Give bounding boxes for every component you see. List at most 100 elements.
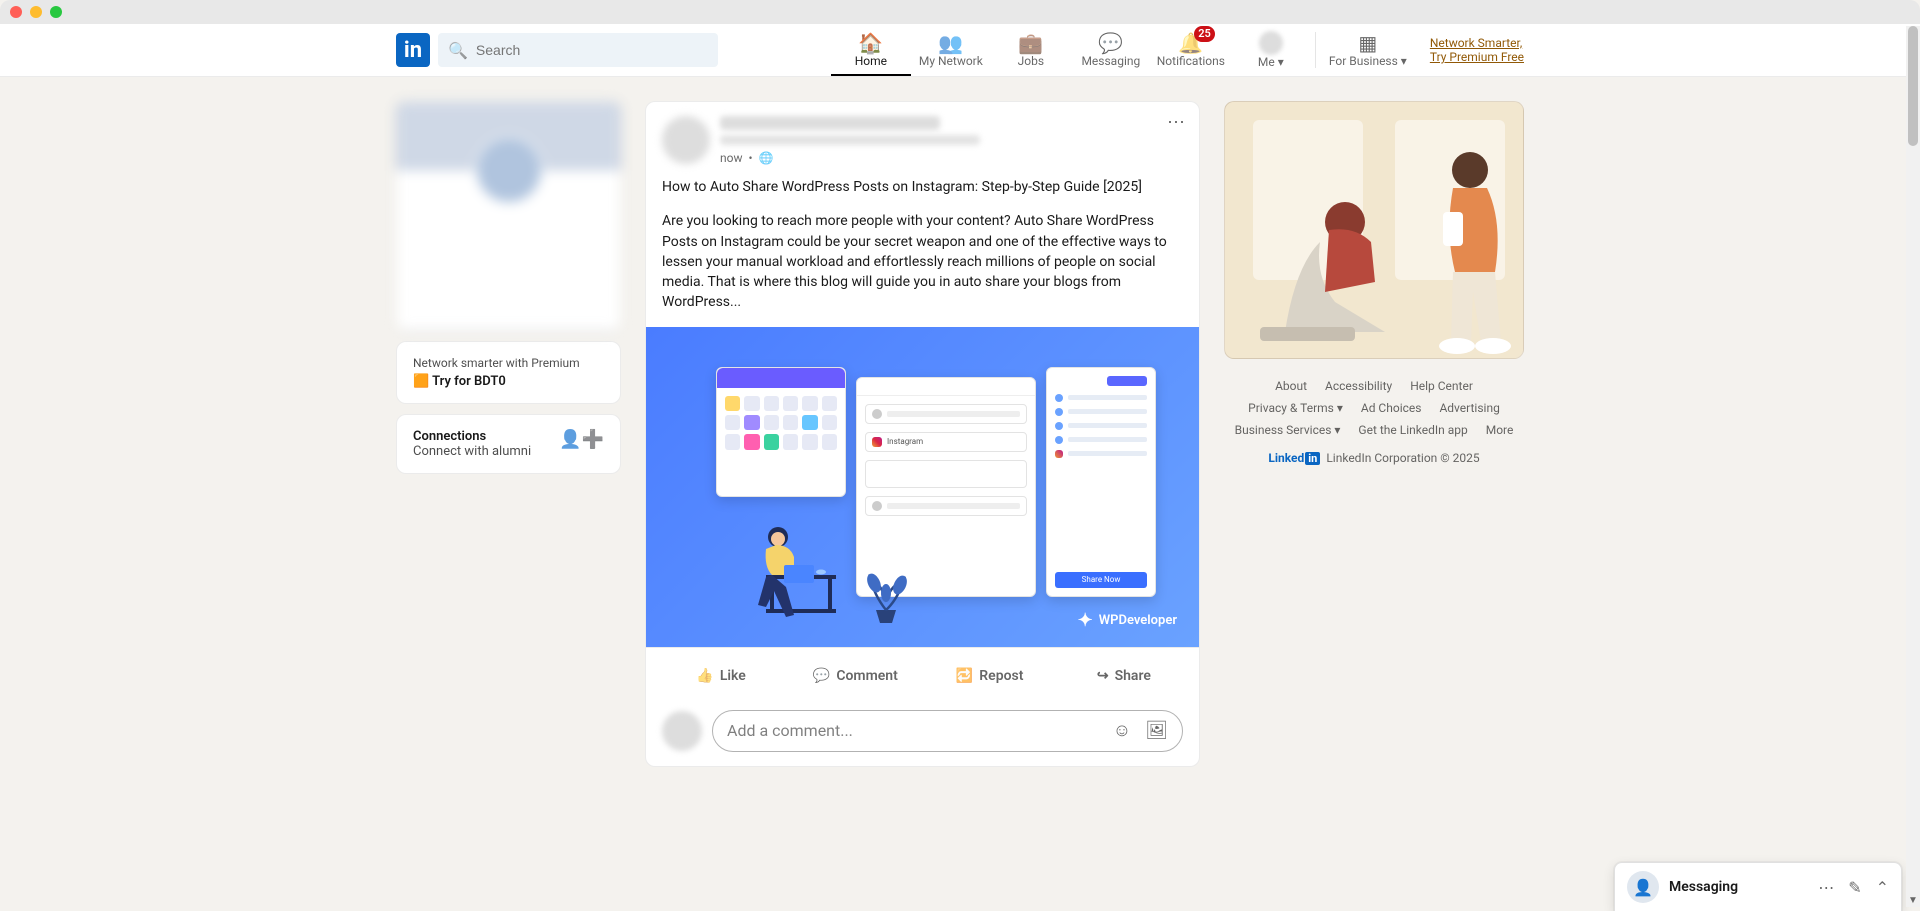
illustration-calendar bbox=[716, 367, 846, 497]
messaging-expand-icon[interactable]: ⌃ bbox=[1876, 878, 1889, 897]
copyright-text: LinkedIn Corporation © 2025 bbox=[1326, 451, 1479, 465]
footer-link-advertising[interactable]: Advertising bbox=[1439, 401, 1499, 415]
home-icon: 🏠 bbox=[858, 32, 883, 54]
footer-link-adchoices[interactable]: Ad Choices bbox=[1361, 401, 1422, 415]
nav-me[interactable]: Me bbox=[1231, 24, 1311, 76]
share-button[interactable]: ↪Share bbox=[1057, 654, 1191, 698]
scrollbar-down-arrow-icon[interactable]: ▼ bbox=[1906, 893, 1920, 907]
comment-placeholder: Add a comment... bbox=[727, 721, 853, 740]
nav-business[interactable]: ▦ For Business bbox=[1320, 24, 1416, 76]
comment-input[interactable]: Add a comment... ☺ 🖼 bbox=[712, 710, 1183, 752]
like-icon: 👍 bbox=[696, 668, 713, 684]
like-button[interactable]: 👍Like bbox=[654, 654, 788, 698]
illustration-instagram-label: Instagram bbox=[887, 437, 923, 446]
repost-button[interactable]: 🔁Repost bbox=[923, 654, 1057, 698]
messaging-compose-icon[interactable]: ✎ bbox=[1848, 878, 1861, 897]
apps-grid-icon: ▦ bbox=[1358, 32, 1377, 54]
nav-network[interactable]: 👥 My Network bbox=[911, 24, 991, 76]
nav-label: Me bbox=[1258, 55, 1284, 69]
post-timestamp: now • 🌐 bbox=[720, 151, 980, 165]
messaging-tray[interactable]: 👤 Messaging ⋯ ✎ ⌃ bbox=[1614, 862, 1902, 911]
connections-card[interactable]: Connections Connect with alumni 👤➕ bbox=[396, 414, 621, 474]
nav-label: Jobs bbox=[1018, 54, 1044, 68]
post-author-name[interactable] bbox=[720, 116, 940, 130]
messaging-more-icon[interactable]: ⋯ bbox=[1818, 878, 1834, 897]
linkedin-logo[interactable]: in bbox=[396, 33, 430, 67]
illustration-plant-icon bbox=[856, 555, 916, 625]
nav-messaging[interactable]: 💬 Messaging bbox=[1071, 24, 1151, 76]
premium-upsell-cta[interactable]: Try for BDT0 bbox=[413, 374, 604, 389]
messaging-avatar-icon: 👤 bbox=[1627, 871, 1659, 903]
try-premium-link[interactable]: Try Premium Free bbox=[1430, 50, 1524, 64]
footer-link-more[interactable]: More bbox=[1486, 423, 1514, 437]
image-icon[interactable]: 🖼 bbox=[1145, 720, 1168, 741]
illustration-person-icon bbox=[736, 517, 846, 627]
nav-notifications[interactable]: 🔔 25 Notifications bbox=[1151, 24, 1231, 76]
network-smarter-link[interactable]: Network Smarter, bbox=[1430, 36, 1524, 50]
illustration-share-button: Share Now bbox=[1055, 572, 1147, 588]
illustration-panel: Share Now bbox=[1046, 367, 1156, 597]
search-wrapper[interactable]: 🔍 bbox=[438, 33, 718, 67]
search-icon: 🔍 bbox=[448, 41, 468, 60]
top-navigation: in 🔍 🏠 Home 👥 My Network 💼 Jobs 💬 Messag… bbox=[0, 24, 1920, 77]
post-author-headline bbox=[720, 135, 980, 145]
feed: now • 🌐 ⋯ How to Auto Share WordPress Po… bbox=[645, 101, 1200, 767]
ad-card[interactable]: See who's hiring on LinkedIn. bbox=[1224, 101, 1524, 359]
comment-icon: 💬 bbox=[813, 668, 830, 684]
nav-jobs[interactable]: 💼 Jobs bbox=[991, 24, 1071, 76]
comment-composer: Add a comment... ☺ 🖼 bbox=[646, 704, 1199, 766]
nav-divider bbox=[1315, 32, 1316, 68]
post-image[interactable]: Instagram Share Now bbox=[646, 327, 1199, 647]
nav-label: My Network bbox=[919, 54, 983, 68]
emoji-icon[interactable]: ☺ bbox=[1113, 720, 1131, 741]
footer-link-getapp[interactable]: Get the LinkedIn app bbox=[1358, 423, 1467, 437]
premium-upsell-card[interactable]: Network smarter with Premium Try for BDT… bbox=[396, 341, 621, 404]
ad-illustration bbox=[1225, 102, 1524, 359]
profile-card[interactable] bbox=[396, 101, 621, 331]
post-author-avatar[interactable] bbox=[662, 116, 710, 164]
jobs-icon: 💼 bbox=[1018, 32, 1043, 54]
post-card: now • 🌐 ⋯ How to Auto Share WordPress Po… bbox=[645, 101, 1200, 767]
footer-link-about[interactable]: About bbox=[1275, 379, 1307, 393]
dot-separator: • bbox=[749, 151, 753, 165]
post-time-text: now bbox=[720, 151, 743, 165]
post-actions: 👍Like 💬Comment 🔁Repost ↪Share bbox=[646, 647, 1199, 704]
footer-link-accessibility[interactable]: Accessibility bbox=[1325, 379, 1392, 393]
search-input[interactable] bbox=[476, 42, 708, 58]
nav-home[interactable]: 🏠 Home bbox=[831, 24, 911, 76]
nav-label: For Business bbox=[1329, 54, 1407, 68]
network-icon: 👥 bbox=[938, 32, 963, 54]
footer-links: About Accessibility Help Center Privacy … bbox=[1224, 375, 1524, 441]
repost-icon: 🔁 bbox=[956, 668, 973, 684]
nav-label: Messaging bbox=[1081, 54, 1140, 68]
footer-copyright: Linkedin LinkedIn Corporation © 2025 bbox=[1224, 451, 1524, 465]
nav-label: Home bbox=[855, 54, 887, 68]
premium-links: Network Smarter, Try Premium Free bbox=[1430, 36, 1524, 64]
premium-upsell-title: Network smarter with Premium bbox=[413, 356, 604, 370]
add-connection-icon[interactable]: 👤➕ bbox=[559, 429, 604, 450]
connections-subtitle: Connect with alumni bbox=[413, 444, 531, 459]
messaging-icon: 💬 bbox=[1098, 32, 1123, 54]
me-avatar-icon bbox=[1259, 31, 1283, 55]
window-close-icon[interactable] bbox=[10, 6, 22, 18]
vertical-scrollbar[interactable]: ▼ bbox=[1906, 26, 1920, 907]
window-minimize-icon[interactable] bbox=[30, 6, 42, 18]
messaging-title: Messaging bbox=[1669, 879, 1808, 895]
post-menu-button[interactable]: ⋯ bbox=[1167, 112, 1185, 133]
scrollbar-thumb[interactable] bbox=[1908, 26, 1918, 146]
footer-link-privacy[interactable]: Privacy & Terms bbox=[1248, 401, 1343, 415]
footer-link-help[interactable]: Help Center bbox=[1410, 379, 1473, 393]
comment-button[interactable]: 💬Comment bbox=[788, 654, 922, 698]
post-title: How to Auto Share WordPress Posts on Ins… bbox=[662, 177, 1183, 197]
right-rail: See who's hiring on LinkedIn. bbox=[1224, 101, 1524, 465]
post-image-brand: WPDeveloper bbox=[1078, 610, 1177, 631]
window-zoom-icon[interactable] bbox=[50, 6, 62, 18]
footer-link-business[interactable]: Business Services bbox=[1235, 423, 1341, 437]
notification-badge: 25 bbox=[1194, 26, 1215, 42]
post-body: How to Auto Share WordPress Posts on Ins… bbox=[646, 169, 1199, 327]
footer: About Accessibility Help Center Privacy … bbox=[1224, 375, 1524, 465]
comment-avatar[interactable] bbox=[662, 711, 702, 751]
left-rail: Network smarter with Premium Try for BDT… bbox=[396, 101, 621, 474]
window-controls bbox=[0, 0, 1920, 24]
post-paragraph: Are you looking to reach more people wit… bbox=[662, 211, 1183, 312]
